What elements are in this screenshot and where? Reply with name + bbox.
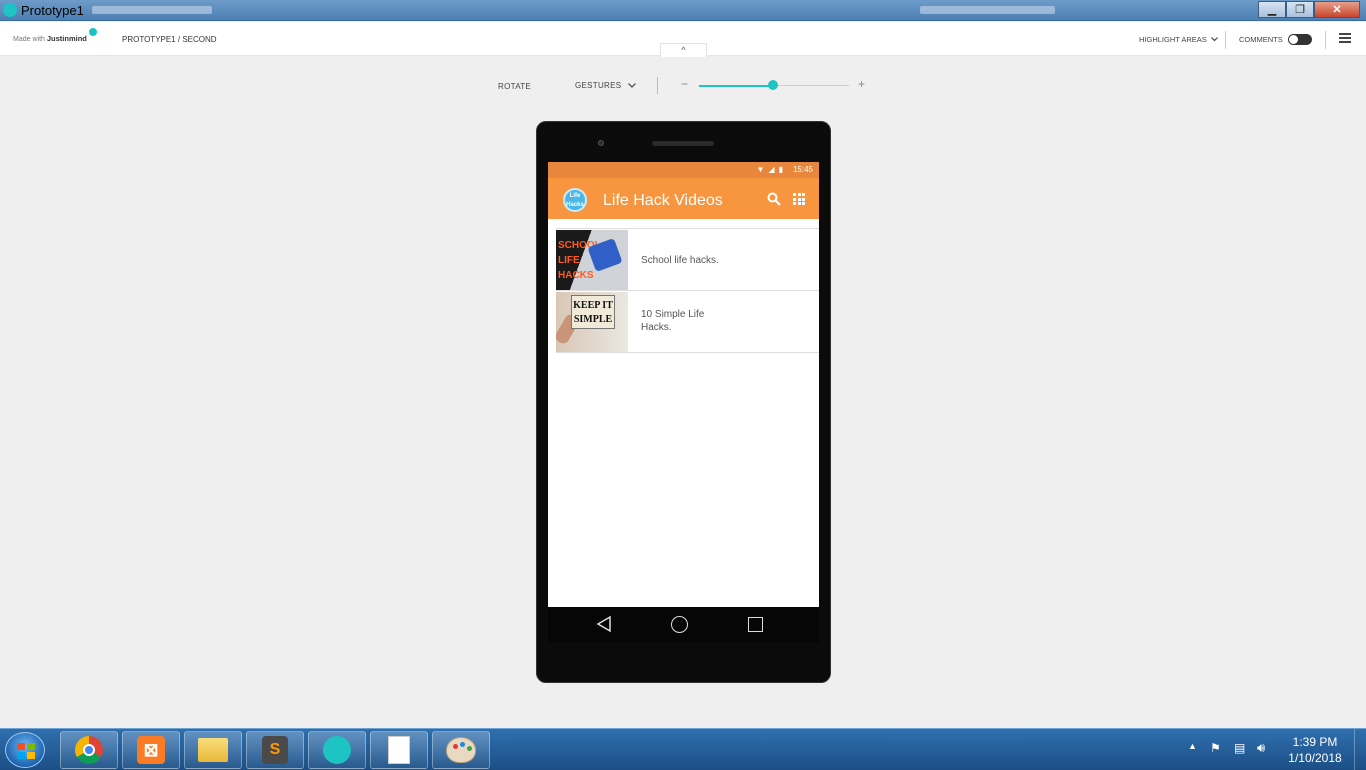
header-divider bbox=[1325, 31, 1326, 49]
zoom-in-button[interactable]: + bbox=[858, 77, 865, 91]
zoom-slider-fill bbox=[699, 84, 773, 87]
collapse-header-button[interactable]: ^ bbox=[660, 43, 707, 57]
highlight-areas-dropdown[interactable]: HIGHLIGHT AREAS bbox=[1139, 35, 1218, 44]
taskbar-sublime[interactable]: S bbox=[246, 731, 304, 769]
status-icons: ▼◢▮ bbox=[756, 165, 787, 174]
video-list-item[interactable]: KEEP IT SIMPLE 10 Simple Life Hacks. bbox=[556, 291, 819, 353]
android-nav-bar bbox=[548, 607, 819, 642]
thumbnail-text: SCHOOL LIFE HACKS bbox=[558, 240, 601, 281]
back-icon[interactable] bbox=[595, 615, 613, 633]
life-hacks-logo: Life Hacks bbox=[563, 188, 587, 212]
rotate-button[interactable]: ROTATE bbox=[498, 82, 531, 91]
sublime-text-icon: S bbox=[262, 736, 288, 764]
app-title: Life Hack Videos bbox=[603, 192, 723, 209]
window-controls: ▁ ❐ ✕ bbox=[1258, 1, 1360, 18]
windows-taskbar: ⊠ S ▲ ⚑ ▤ 🔊︎ 1:39 PM 1/10/2018 bbox=[0, 728, 1366, 770]
taskbar-justinmind[interactable] bbox=[308, 731, 366, 769]
gestures-label: GESTURES bbox=[575, 81, 622, 90]
breadcrumb: PROTOTYPE1 / SECOND bbox=[122, 35, 217, 44]
made-with-text: Made with bbox=[13, 36, 45, 43]
window-titlebar: Prototype1 ▁ ❐ ✕ bbox=[0, 0, 1366, 21]
network-icon[interactable]: ▤ bbox=[1234, 741, 1248, 755]
justinmind-app-icon bbox=[3, 3, 17, 17]
video-thumbnail[interactable]: SCHOOL LIFE HACKS bbox=[556, 230, 628, 290]
blurred-title-text bbox=[92, 6, 212, 14]
start-button[interactable] bbox=[5, 732, 45, 768]
apps-grid-icon[interactable] bbox=[793, 193, 805, 205]
clock-time: 1:39 PM bbox=[1292, 735, 1338, 749]
breadcrumb-project[interactable]: PROTOTYPE1 bbox=[122, 35, 176, 44]
brand-text: Justinmind bbox=[46, 34, 87, 43]
window-title: Prototype1 bbox=[21, 3, 84, 18]
taskbar-document[interactable] bbox=[370, 731, 428, 769]
blurred-title-text-right bbox=[920, 6, 1055, 14]
clock-date: 1/10/2018 bbox=[1288, 751, 1342, 765]
chrome-icon bbox=[75, 736, 103, 764]
video-title[interactable]: School life hacks. bbox=[641, 254, 731, 267]
breadcrumb-screen: SECOND bbox=[182, 35, 217, 44]
toolbar-divider bbox=[657, 77, 658, 94]
zoom-slider[interactable] bbox=[699, 80, 849, 90]
app-header: Made with Justinmind PROTOTYPE1 / SECOND… bbox=[0, 22, 1366, 57]
gestures-dropdown[interactable]: GESTURES bbox=[575, 81, 636, 90]
chevron-down-icon bbox=[628, 83, 636, 88]
windows-logo-icon bbox=[17, 743, 35, 759]
document-icon bbox=[388, 736, 410, 764]
android-status-bar: ▼◢▮ 15:45 bbox=[548, 162, 819, 178]
app-bar: Life Hacks Life Hack Videos bbox=[548, 178, 819, 219]
action-center-flag-icon[interactable]: ⚑ bbox=[1210, 741, 1224, 755]
taskbar-paint[interactable] bbox=[432, 731, 490, 769]
system-clock[interactable]: 1:39 PM 1/10/2018 bbox=[1280, 734, 1350, 766]
header-divider bbox=[1225, 31, 1226, 49]
status-time: 15:45 bbox=[792, 165, 813, 174]
taskbar-xampp[interactable]: ⊠ bbox=[122, 731, 180, 769]
recent-apps-icon[interactable] bbox=[748, 617, 763, 632]
home-icon[interactable] bbox=[671, 616, 688, 633]
highlight-areas-label: HIGHLIGHT AREAS bbox=[1139, 35, 1207, 44]
phone-speaker bbox=[652, 141, 714, 146]
phone-device-frame: ▼◢▮ 15:45 Life Hacks Life Hack Videos SC… bbox=[536, 121, 831, 683]
brand-dot-icon bbox=[88, 28, 97, 36]
video-title[interactable]: 10 Simple Life Hacks. bbox=[641, 308, 731, 334]
toggle-knob bbox=[1289, 35, 1298, 44]
minimize-button[interactable]: ▁ bbox=[1258, 1, 1286, 18]
video-thumbnail[interactable]: KEEP IT SIMPLE bbox=[556, 292, 628, 352]
justinmind-icon bbox=[323, 736, 351, 764]
search-icon[interactable] bbox=[767, 192, 781, 206]
made-with-logo[interactable]: Made with Justinmind bbox=[13, 28, 97, 43]
comments-toggle[interactable] bbox=[1288, 34, 1312, 45]
maximize-button[interactable]: ❐ bbox=[1286, 1, 1314, 18]
show-desktop-button[interactable] bbox=[1354, 729, 1366, 770]
thumbnail-text: KEEP IT SIMPLE bbox=[571, 295, 615, 329]
xampp-icon: ⊠ bbox=[137, 736, 165, 764]
folder-icon bbox=[198, 738, 228, 762]
volume-icon[interactable]: 🔊︎ bbox=[1257, 740, 1265, 756]
show-hidden-icons-button[interactable]: ▲ bbox=[1188, 741, 1197, 751]
zoom-slider-thumb[interactable] bbox=[767, 80, 778, 90]
video-list: SCHOOL LIFE HACKS School life hacks. KEE… bbox=[556, 228, 819, 353]
phone-camera bbox=[598, 140, 604, 146]
zoom-out-button[interactable]: − bbox=[681, 77, 688, 91]
phone-screen: ▼◢▮ 15:45 Life Hacks Life Hack Videos SC… bbox=[548, 162, 819, 607]
hamburger-menu-icon[interactable] bbox=[1339, 33, 1351, 43]
close-button[interactable]: ✕ bbox=[1314, 1, 1360, 18]
taskbar-explorer[interactable] bbox=[184, 731, 242, 769]
comments-label: COMMENTS bbox=[1239, 35, 1283, 44]
paint-palette-icon bbox=[446, 737, 476, 763]
taskbar-chrome[interactable] bbox=[60, 731, 118, 769]
chevron-down-icon bbox=[1210, 37, 1218, 42]
video-list-item[interactable]: SCHOOL LIFE HACKS School life hacks. bbox=[556, 229, 819, 291]
